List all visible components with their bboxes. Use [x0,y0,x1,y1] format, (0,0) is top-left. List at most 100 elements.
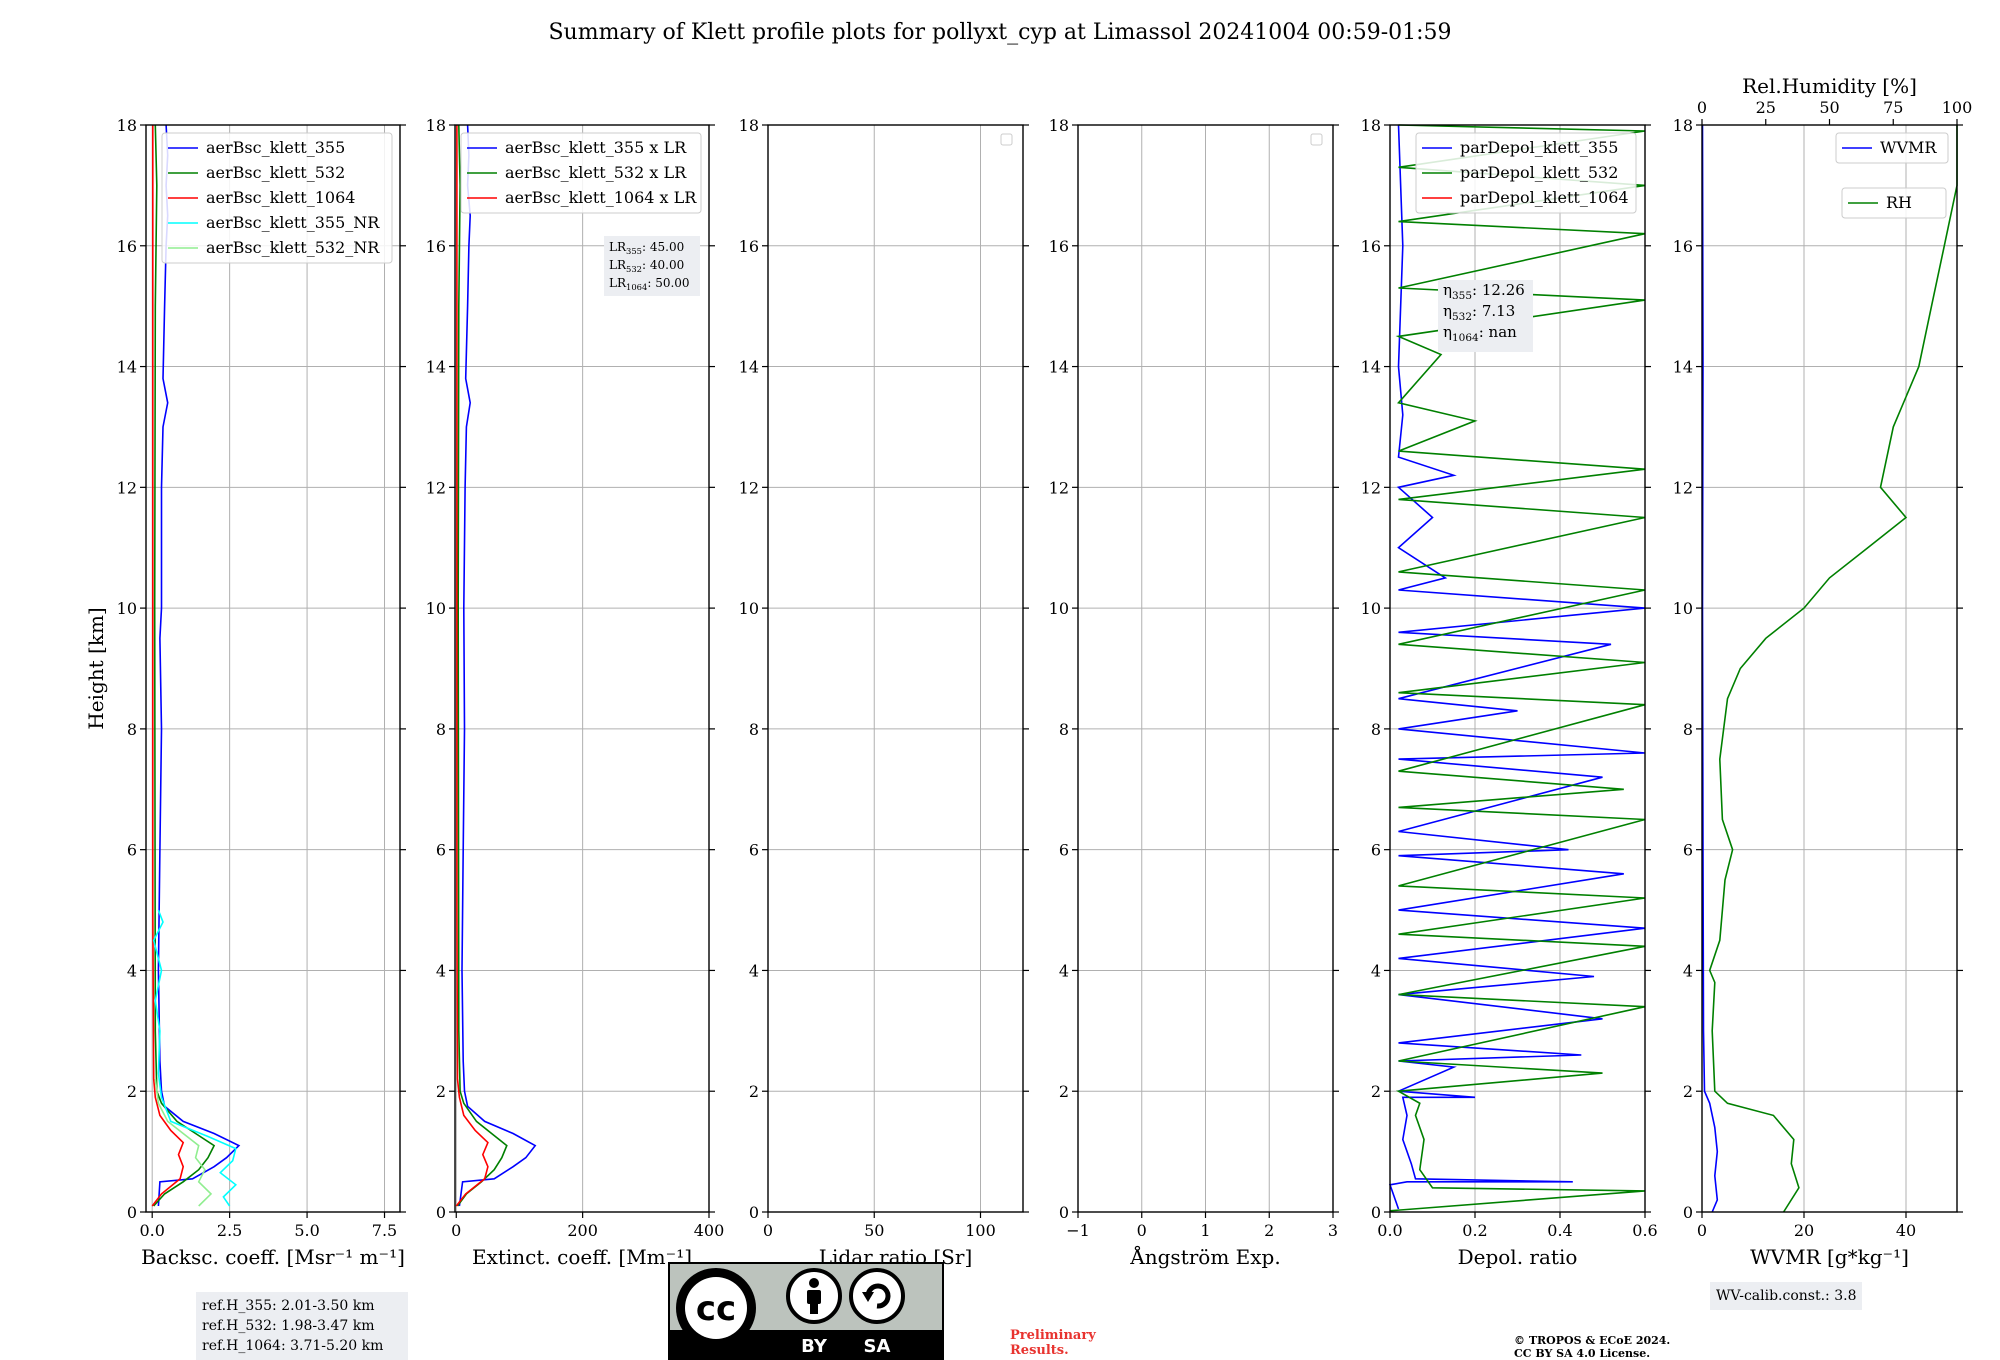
y-tick-label: 10 [1049,599,1069,618]
top-x-tick-label: 50 [1819,98,1839,117]
y-tick-label: 8 [1683,720,1693,739]
empty-legend-box [1000,133,1013,146]
y-tick-label: 12 [117,478,137,497]
y-tick-label: 0 [749,1203,759,1222]
x-tick-label: 100 [965,1221,996,1240]
y-tick-label: 4 [127,961,137,980]
top-x-tick-label: 100 [1942,98,1973,117]
series-line-aerBsc_klett_1064 x LR [455,125,489,1207]
y-tick-label: 2 [1371,1082,1381,1101]
x-tick-label: 2 [1264,1221,1274,1240]
panel-depolarization: 0.0 0.2 0.4 0.6 0 2 4 6 8 10 12 14 16 18 Depol. ratio p… [1361,116,1658,1269]
x-tick-label: 0.2 [1462,1221,1487,1240]
x-tick-label: 0.4 [1547,1221,1572,1240]
y-tick-label: 18 [117,116,137,135]
y-tick-label: 18 [1049,116,1069,135]
y-tick-label: 6 [1371,841,1381,860]
copyright-line-1: © TROPOS & ECoE 2024. [1514,1334,1671,1347]
wv-calibration-box: WV-calib.const.: 3.8 [1710,1282,1863,1310]
x-tick-label: 50 [864,1221,884,1240]
series-line-RH [1708,125,1958,1213]
y-tick-label: 6 [127,841,137,860]
y-tick-label: 16 [426,237,446,256]
plot-canvas: 0.0 2.5 5.0 7.5024681012141618Backsc. coeff… [84,74,1973,1269]
copyright-line-2: CC BY SA 4.0 License. [1514,1347,1651,1360]
panel-lidar-ratio: 0 50 100024681012141618Lidar ratio [Sr] [739,116,1029,1269]
legend-label: aerBsc_klett_532 [206,163,345,182]
x-tick-label: 0 [763,1221,773,1240]
y-tick-label: 18 [1673,116,1693,135]
annotation-line: LR1064: 50.00 [609,276,690,292]
y-tick-label: 2 [749,1082,759,1101]
y-tick-label: 8 [749,720,759,739]
axes-frame [145,124,401,1213]
top-x-tick-label: 25 [1756,98,1776,117]
y-tick-label: 18 [739,116,759,135]
badge-label-by: BY [801,1336,828,1357]
annotation-line: LR355: 45.00 [609,240,684,256]
legend-label: aerBsc_klett_532_NR [206,238,380,257]
y-tick-label: 8 [1059,720,1069,739]
series-line-aerBsc_klett_1064 [151,125,185,1207]
x-tick-label: 3 [1328,1221,1338,1240]
y-tick-label: 10 [426,599,446,618]
x-tick-label: 2.5 [217,1221,242,1240]
copyright-note: © TROPOS & ECoE 2024. CC BY SA 4.0 Licen… [1514,1334,1670,1360]
y-tick-label: 12 [1049,478,1069,497]
panel-angstrom: −1 0 1 2 3024681012141618Ångström Exp. [1049,116,1339,1269]
y-tick-label: 6 [1059,841,1069,860]
y-tick-label: 8 [127,720,137,739]
y-tick-label: 4 [1371,961,1381,980]
legend-label: aerBsc_klett_1064 [206,188,355,207]
y-tick-label: 4 [1059,961,1069,980]
y-tick-label: 0 [1683,1203,1693,1222]
x-tick-label: 0 [451,1221,461,1240]
annotation-line: LR532: 40.00 [609,258,684,274]
legend-label: aerBsc_klett_355 x LR [505,138,687,157]
x-tick-label: 0 [1137,1221,1147,1240]
y-tick-label: 14 [739,358,759,377]
x-axis-label: Depol. ratio [1458,1245,1578,1269]
y-tick-label: 4 [1683,961,1693,980]
legend-label: RH [1886,193,1912,212]
y-tick-label: 14 [1049,358,1069,377]
y-tick-label: 10 [1673,599,1693,618]
top-x-axis-label: Rel.Humidity [%] [1742,74,1917,98]
cc-logo-icon: cc [676,1268,756,1348]
y-tick-label: 0 [1059,1203,1069,1222]
legend-label: aerBsc_klett_532 x LR [505,163,687,182]
x-tick-label: 20 [1794,1221,1814,1240]
y-tick-label: 2 [1683,1082,1693,1101]
y-tick-label: 6 [1683,841,1693,860]
reference-height-box: ref.H_355: 2.01-3.50 km ref.H_532: 1.98-… [196,1292,408,1360]
y-tick-label: 16 [1673,237,1693,256]
x-tick-label: 0.6 [1632,1221,1657,1240]
x-tick-label: 200 [567,1221,598,1240]
x-tick-label: 0.0 [1377,1221,1402,1240]
series-line-aerBsc_klett_532 [153,124,216,1207]
series-line-aerBsc_klett_355 [157,124,241,1207]
legend-label: WVMR [1880,138,1937,157]
legend-label: aerBsc_klett_355 [206,138,345,157]
legend-label: parDepol_klett_355 [1460,138,1618,157]
y-tick-label: 14 [1673,358,1693,377]
y-tick-label: 0 [1371,1203,1381,1222]
y-tick-label: 0 [436,1203,446,1222]
y-tick-label: 2 [127,1082,137,1101]
sa-share-alike-icon [849,1268,905,1324]
ref-height-1064: ref.H_1064: 3.71-5.20 km [202,1338,384,1354]
y-tick-label: 16 [1361,237,1381,256]
x-tick-label: 7.5 [372,1221,397,1240]
x-tick-label: 0.0 [139,1221,164,1240]
x-tick-label: 1 [1200,1221,1210,1240]
by-attribution-icon [786,1268,842,1324]
y-tick-label: 16 [739,237,759,256]
x-axis-label: Extinct. coeff. [Mm⁻¹] [472,1245,692,1269]
x-axis-label: Backsc. coeff. [Msr⁻¹ m⁻¹] [141,1245,405,1269]
svg-text:cc: cc [696,1289,736,1329]
x-tick-label: 400 [694,1221,725,1240]
preliminary-line-2: Results. [1010,1343,1069,1358]
badge-label-sa: SA [864,1336,891,1357]
y-tick-label: 12 [1361,478,1381,497]
axes-frame [767,124,1024,1213]
